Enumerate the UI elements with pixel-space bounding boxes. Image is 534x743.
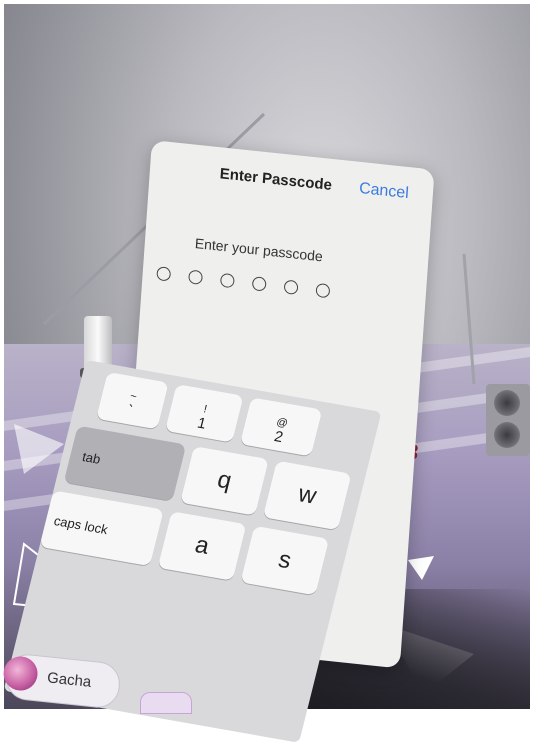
key-backtick[interactable]: ~ `	[96, 371, 169, 430]
speaker-cone	[494, 390, 520, 416]
key-w[interactable]: w	[262, 460, 352, 531]
passcode-dot	[156, 266, 172, 282]
passcode-dot	[283, 279, 299, 295]
dialog-title: Enter Passcode	[219, 165, 333, 195]
speaker-icon	[486, 384, 530, 456]
key-q[interactable]: q	[180, 446, 269, 516]
speaker-cone	[494, 422, 520, 448]
passcode-dot	[219, 272, 235, 289]
partial-bottom-button[interactable]	[140, 692, 192, 714]
cancel-button[interactable]: Cancel	[358, 180, 410, 203]
passcode-dot	[315, 282, 331, 299]
passcode-dot	[188, 269, 203, 285]
passcode-prompt: Enter your passcode	[194, 235, 324, 265]
gacha-label: Gacha	[46, 669, 93, 691]
passcode-dots	[156, 266, 331, 299]
key-2[interactable]: @ 2	[239, 397, 323, 457]
tab-key[interactable]: tab	[63, 425, 187, 502]
key-a[interactable]: a	[157, 511, 247, 581]
caps-lock-key[interactable]: caps lock	[39, 490, 164, 567]
key-1[interactable]: ! 1	[164, 384, 244, 443]
key-s[interactable]: s	[240, 525, 330, 596]
passcode-dot	[251, 276, 267, 292]
